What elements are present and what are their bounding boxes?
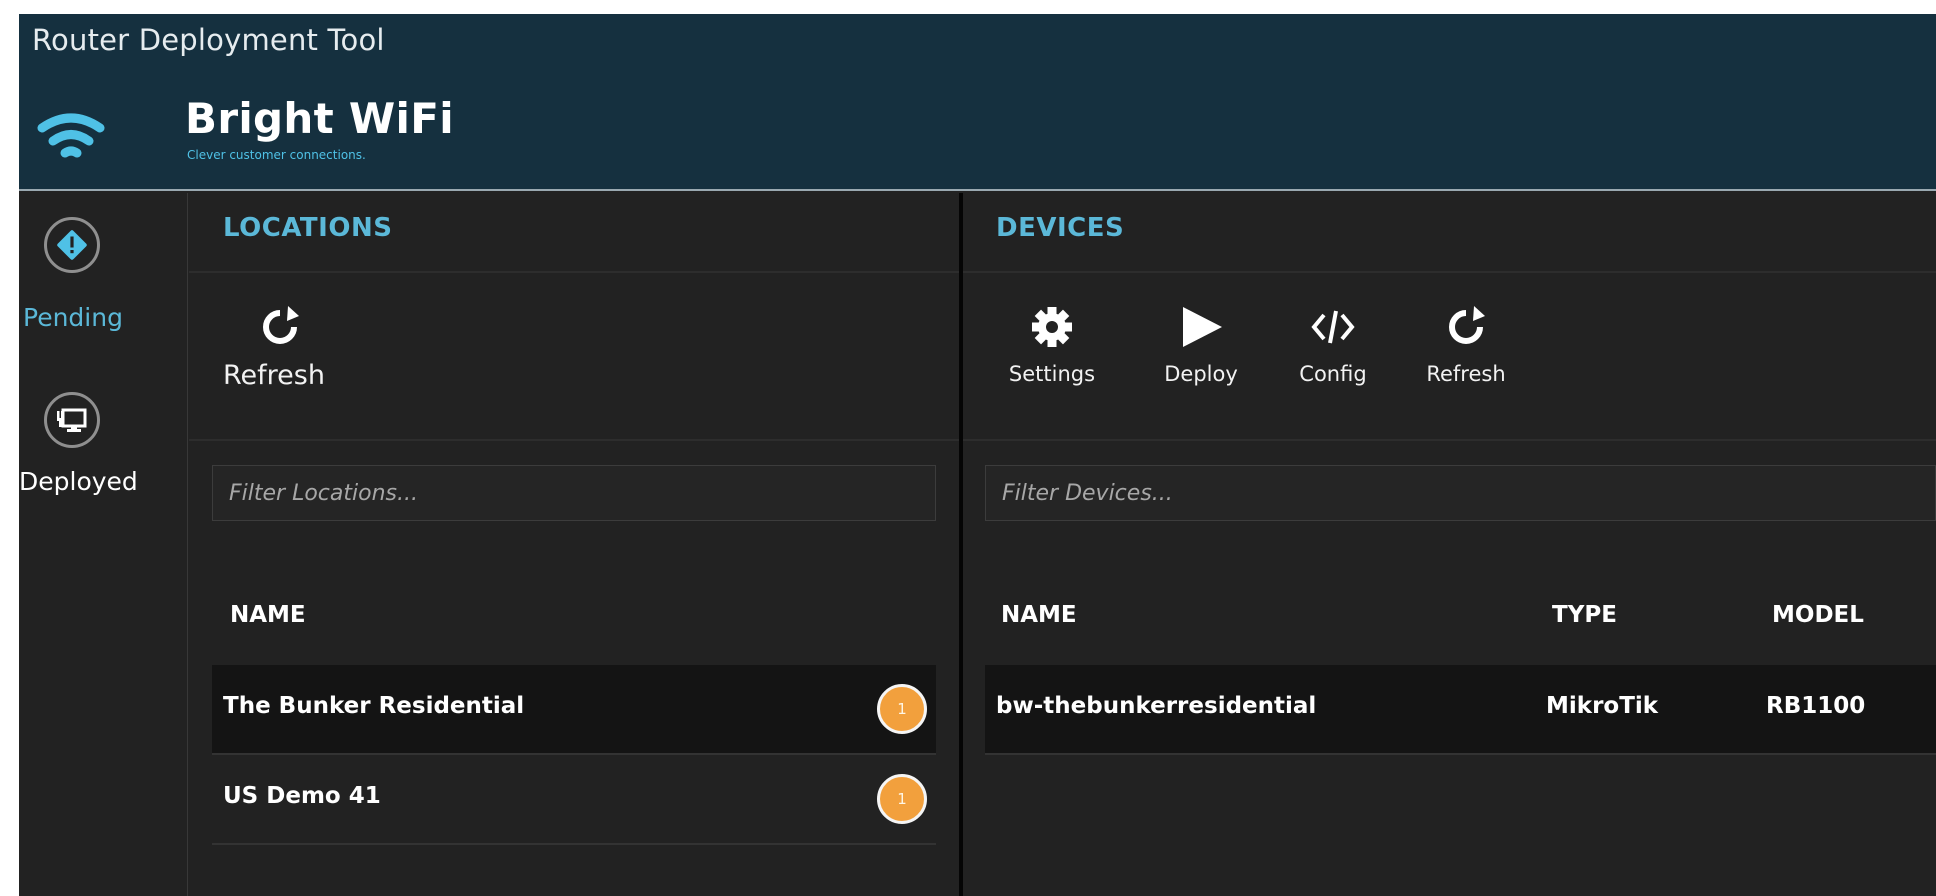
devices-col-type: TYPE (1552, 602, 1617, 628)
location-name: US Demo 41 (223, 783, 381, 809)
nav-circle (44, 217, 100, 273)
config-button[interactable]: Config (1281, 304, 1385, 386)
device-name: bw-thebunkerresidential (996, 693, 1317, 719)
pending-count-badge: 1 (877, 774, 927, 824)
code-icon (1311, 310, 1355, 344)
device-model: RB1100 (1766, 693, 1866, 719)
deployed-monitor-icon (57, 408, 87, 432)
nav-label-deployed: Deployed (19, 467, 138, 496)
nav-circle (44, 392, 100, 448)
deploy-button[interactable]: Deploy (1149, 304, 1253, 386)
app-header: Router Deployment Tool Bright WiFi Cleve… (19, 14, 1936, 191)
play-icon (1183, 307, 1222, 347)
pending-count-badge: 1 (877, 684, 927, 734)
devices-refresh-button[interactable]: Refresh (1414, 304, 1518, 386)
filter-locations-input[interactable] (212, 465, 936, 521)
row-separator (985, 753, 1936, 755)
row-separator (212, 843, 936, 845)
warning-diamond-icon (57, 230, 87, 260)
locations-title: LOCATIONS (223, 213, 393, 243)
config-label: Config (1299, 362, 1367, 386)
refresh-label: Refresh (1426, 362, 1506, 386)
window-title: Router Deployment Tool (32, 23, 385, 57)
divider-line (963, 439, 1936, 441)
nav-item-pending[interactable]: Pending (19, 193, 188, 373)
filter-devices-input[interactable] (985, 465, 1936, 521)
devices-col-name: NAME (1001, 602, 1077, 628)
refresh-label: Refresh (223, 360, 325, 391)
side-nav: Pending Deployed (19, 193, 188, 896)
divider-line (189, 271, 959, 273)
location-row[interactable]: The Bunker Residential 1 (212, 665, 936, 753)
devices-title: DEVICES (996, 213, 1125, 243)
app-window: Router Deployment Tool Bright WiFi Cleve… (19, 14, 1936, 896)
panel-divider[interactable] (959, 193, 963, 896)
refresh-icon (263, 306, 299, 344)
location-name: The Bunker Residential (223, 693, 525, 719)
wifi-logo-icon (37, 113, 105, 158)
settings-label: Settings (1008, 362, 1096, 386)
locations-refresh-button[interactable]: Refresh (223, 304, 325, 391)
settings-button[interactable]: Settings (1000, 304, 1104, 386)
brand-name: Bright WiFi (185, 94, 454, 143)
device-type: MikroTik (1546, 693, 1659, 719)
brand-tagline: Clever customer connections. (187, 148, 366, 162)
divider-line (189, 439, 959, 441)
devices-col-model: MODEL (1772, 602, 1864, 628)
deploy-label: Deploy (1164, 362, 1238, 386)
divider-line (963, 271, 1936, 273)
nav-item-deployed[interactable]: Deployed (19, 373, 188, 553)
device-row[interactable]: bw-thebunkerresidential MikroTik RB1100 (985, 665, 1936, 753)
refresh-icon (1449, 306, 1485, 344)
gear-icon (1032, 307, 1072, 347)
nav-label-pending: Pending (23, 303, 123, 332)
location-row[interactable]: US Demo 41 1 (212, 755, 936, 843)
locations-col-name: NAME (230, 602, 306, 628)
